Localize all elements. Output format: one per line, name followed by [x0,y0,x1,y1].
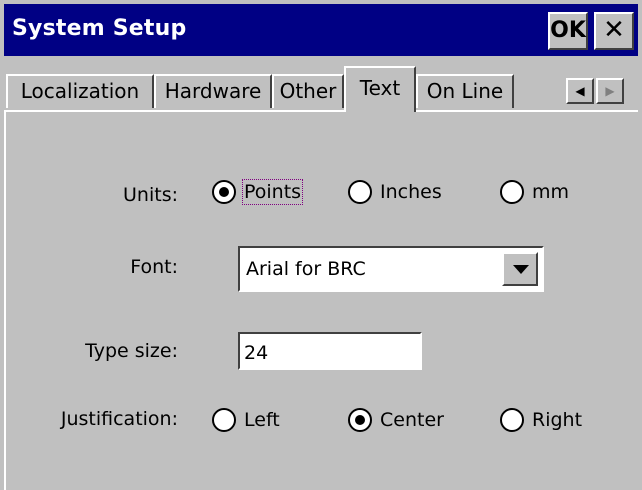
tab-text[interactable]: Text [344,66,416,112]
units-points-radio[interactable]: Points [212,179,304,205]
font-select[interactable]: Arial for BRC [238,246,544,292]
type-size-input[interactable]: 24 [238,332,422,370]
justification-center-radio[interactable]: Center [348,408,444,432]
window-title: System Setup [12,16,187,41]
type-size-label: Type size: [85,340,178,362]
font-select-value: Arial for BRC [246,258,366,280]
tab-other[interactable]: Other [272,74,344,108]
tab-scroll-left-icon[interactable]: ◀ [566,78,594,104]
tab-strip: Localization Hardware Other Text On Line… [4,64,638,112]
justification-center-label: Center [380,409,444,431]
justification-left-label: Left [244,409,280,431]
font-label: Font: [130,256,178,278]
units-mm-radio[interactable]: mm [500,180,569,204]
radio-unchecked-icon [212,408,236,432]
chevron-down-icon[interactable] [502,252,538,286]
justification-right-radio[interactable]: Right [500,408,582,432]
tab-hardware[interactable]: Hardware [154,74,272,108]
ok-button[interactable]: OK [548,12,588,50]
radio-unchecked-icon [500,408,524,432]
system-setup-window: System Setup OK ✕ Localization Hardware … [0,0,642,490]
text-settings-panel [4,110,638,490]
units-inches-label: Inches [380,181,442,203]
radio-checked-icon [348,408,372,432]
tab-on-line[interactable]: On Line [416,74,514,108]
title-bar: System Setup OK ✕ [4,4,638,56]
radio-unchecked-icon [348,180,372,204]
radio-checked-icon [212,180,236,204]
justification-label: Justification: [60,408,178,430]
tab-scroll-right-icon[interactable]: ▶ [596,78,624,104]
justification-right-label: Right [532,409,583,431]
justification-left-radio[interactable]: Left [212,408,280,432]
units-inches-radio[interactable]: Inches [348,180,442,204]
close-button[interactable]: ✕ [594,12,634,50]
units-label: Units: [123,184,178,206]
tab-localization[interactable]: Localization [6,74,154,108]
units-points-label: Points [241,179,304,205]
units-mm-label: mm [532,181,570,203]
radio-unchecked-icon [500,180,524,204]
